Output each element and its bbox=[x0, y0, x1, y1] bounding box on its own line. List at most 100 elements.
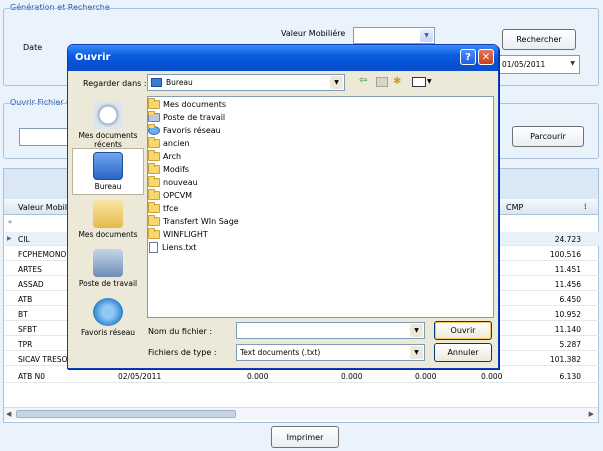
folder-icon bbox=[148, 163, 160, 174]
chevron-down-icon: ▼ bbox=[410, 324, 423, 337]
my-documents-icon bbox=[93, 200, 123, 228]
file-name: Liens.txt bbox=[162, 243, 197, 252]
folder-icon bbox=[148, 189, 160, 200]
place-my-documents[interactable]: Mes documents bbox=[72, 200, 144, 239]
place-my-computer[interactable]: Poste de travail bbox=[72, 249, 144, 288]
file-path-input[interactable] bbox=[19, 128, 69, 146]
chevron-down-icon[interactable]: ▼ bbox=[427, 78, 432, 85]
filetype-select[interactable]: Text documents (.txt) ▼ bbox=[236, 344, 425, 361]
help-icon[interactable]: ? bbox=[460, 49, 476, 65]
file-name: nouveau bbox=[163, 178, 198, 187]
place-label: Poste de travail bbox=[78, 279, 138, 288]
place-label: Mes documents récents bbox=[78, 131, 138, 149]
valeur-select[interactable]: ▼ bbox=[353, 27, 435, 44]
place-label: Favoris réseau bbox=[80, 328, 136, 337]
cell-valeur: TPR bbox=[18, 340, 33, 349]
computer-icon bbox=[93, 249, 123, 277]
scroll-thumb[interactable] bbox=[16, 410, 236, 418]
cell-value: 0.000 bbox=[341, 372, 363, 381]
file-name: Favoris réseau bbox=[163, 126, 221, 135]
desktop-icon bbox=[93, 152, 123, 180]
scroll-right-icon[interactable]: ▶ bbox=[589, 410, 594, 418]
file-name: tfce bbox=[163, 204, 179, 213]
search-button[interactable]: Rechercher bbox=[502, 29, 576, 50]
close-icon[interactable]: ✕ bbox=[478, 49, 494, 65]
cell-valeur: ATB bbox=[18, 295, 33, 304]
file-item[interactable]: nouveau bbox=[148, 176, 198, 189]
filename-label: Nom du fichier : bbox=[148, 327, 213, 336]
up-folder-icon[interactable] bbox=[376, 77, 388, 87]
cell-cmp: 6.450 bbox=[559, 295, 581, 304]
new-folder-icon[interactable]: ✱ bbox=[393, 76, 401, 87]
chevron-down-icon: ▼ bbox=[420, 29, 433, 42]
date-picker[interactable]: 01/05/2011 ▼ bbox=[498, 55, 580, 74]
folder-icon bbox=[148, 215, 160, 226]
cell-cmp: 11.456 bbox=[554, 280, 581, 289]
file-item[interactable]: tfce bbox=[148, 202, 178, 215]
file-item[interactable]: Mes documents bbox=[148, 98, 226, 111]
cell-cmp: 10.952 bbox=[554, 310, 581, 319]
cell-valeur: CIL bbox=[18, 235, 30, 244]
file-item[interactable]: Liens.txt bbox=[148, 241, 196, 254]
folder-icon bbox=[148, 228, 160, 239]
cell-date: 02/05/2011 bbox=[118, 372, 162, 381]
cell-valeur: ASSAD bbox=[18, 280, 44, 289]
cancel-button[interactable]: Annuler bbox=[434, 343, 492, 362]
file-item[interactable]: Transfert WIn Sage bbox=[148, 215, 239, 228]
place-label: Mes documents bbox=[78, 230, 138, 239]
chevron-down-icon: ▼ bbox=[410, 346, 423, 359]
pin-icon: ⁞ bbox=[584, 202, 587, 211]
file-item[interactable]: OPCVM bbox=[148, 189, 192, 202]
network-icon bbox=[93, 298, 123, 326]
open-button[interactable]: Ouvrir bbox=[434, 321, 492, 340]
dialog-titlebar[interactable]: Ouvrir ? ✕ bbox=[68, 45, 498, 71]
cell-value: 0.000 bbox=[415, 372, 437, 381]
cell-valeur: ARTES bbox=[18, 265, 42, 274]
filetype-value: Text documents (.txt) bbox=[240, 348, 321, 357]
scroll-left-icon[interactable]: ◀ bbox=[6, 410, 11, 418]
dialog-title: Ouvrir bbox=[75, 52, 111, 63]
cell-valeur: ATB N0 bbox=[18, 372, 46, 381]
file-name: Arch bbox=[163, 152, 182, 161]
my-documents-folder-icon bbox=[148, 98, 160, 109]
file-item[interactable]: Poste de travail bbox=[148, 111, 225, 124]
browse-button[interactable]: Parcourir bbox=[512, 126, 584, 147]
folder-icon bbox=[148, 150, 160, 161]
cell-valeur: FCPHEMONO bbox=[18, 250, 67, 259]
file-item[interactable]: ancien bbox=[148, 137, 190, 150]
cell-cmp: 5.287 bbox=[559, 340, 581, 349]
view-menu-icon[interactable] bbox=[412, 77, 426, 87]
file-item[interactable]: Arch bbox=[148, 150, 181, 163]
look-in-select[interactable]: Bureau ▼ bbox=[147, 74, 345, 91]
chevron-down-icon: ▼ bbox=[570, 60, 575, 67]
file-name: Poste de travail bbox=[163, 113, 226, 122]
filename-input[interactable]: ▼ bbox=[236, 322, 425, 339]
cell-valeur: SICAV TRESO bbox=[18, 355, 68, 364]
file-name: ancien bbox=[163, 139, 190, 148]
file-item[interactable]: WINFLIGHT bbox=[148, 228, 208, 241]
place-network[interactable]: Favoris réseau bbox=[72, 298, 144, 337]
file-item[interactable]: Favoris réseau bbox=[148, 124, 221, 137]
file-name: OPCVM bbox=[163, 191, 193, 200]
file-name: WINFLIGHT bbox=[163, 230, 208, 239]
cell-cmp: 24.723 bbox=[554, 235, 581, 244]
place-label: Bureau bbox=[94, 182, 122, 191]
back-icon[interactable]: ⇦ bbox=[359, 75, 367, 86]
network-icon bbox=[148, 124, 160, 135]
place-desktop[interactable]: Bureau bbox=[72, 148, 144, 195]
cell-valeur: BT bbox=[18, 310, 28, 319]
place-recent[interactable]: Mes documents récents bbox=[72, 101, 144, 149]
valeur-label: Valeur Mobiliére bbox=[281, 29, 346, 38]
table-row[interactable]: ATB N0 02/05/2011 0.000 0.000 0.000 0.00… bbox=[5, 369, 599, 383]
col-header-valeur[interactable]: Valeur Mobilie bbox=[18, 203, 74, 212]
cell-value: 0.000 bbox=[481, 372, 503, 381]
look-in-label: Regarder dans : bbox=[83, 79, 147, 88]
file-name: Transfert WIn Sage bbox=[163, 217, 239, 226]
folder-icon bbox=[148, 176, 160, 187]
print-button[interactable]: Imprimer bbox=[271, 426, 339, 448]
date-value: 01/05/2011 bbox=[502, 60, 546, 69]
file-item[interactable]: Modifs bbox=[148, 163, 189, 176]
horizontal-scrollbar[interactable]: ◀ ▶ bbox=[4, 407, 598, 420]
computer-icon bbox=[148, 111, 160, 122]
col-header-cmp[interactable]: CMP bbox=[506, 203, 523, 212]
